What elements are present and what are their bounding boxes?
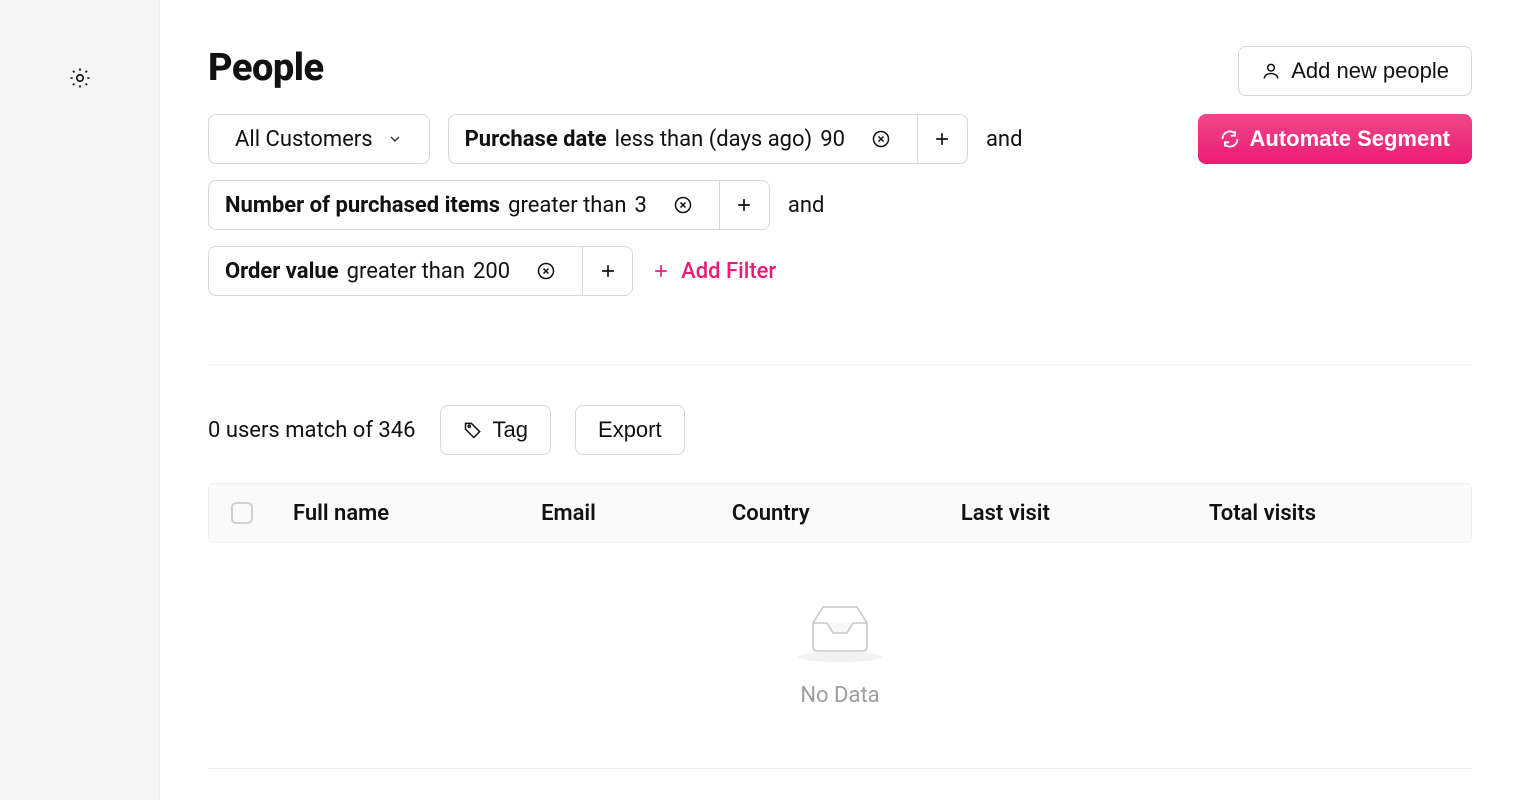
filter-value: 3 <box>635 193 647 218</box>
divider <box>208 364 1472 365</box>
column-header[interactable]: Full name <box>293 501 541 526</box>
add-people-button[interactable]: Add new people <box>1238 46 1472 96</box>
filter-operator: greater than <box>508 193 626 218</box>
plus-icon <box>734 195 754 215</box>
filter-value: 90 <box>820 127 845 152</box>
filter-value: 200 <box>473 259 510 284</box>
filters-area: All Customers Purchase date less than (d… <box>208 114 1022 296</box>
filter-field: Order value <box>225 259 339 284</box>
close-circle-icon <box>673 195 693 215</box>
add-filter-label: Add Filter <box>681 259 776 284</box>
sidebar <box>0 0 160 800</box>
filter-row: All Customers Purchase date less than (d… <box>208 114 1022 164</box>
export-button[interactable]: Export <box>575 405 685 455</box>
close-circle-icon <box>536 261 556 281</box>
conjunction-label: and <box>986 127 1023 152</box>
column-header[interactable]: Country <box>732 501 961 526</box>
match-count-text: 0 users match of 346 <box>208 418 416 443</box>
refresh-icon <box>1220 129 1240 149</box>
add-people-label: Add new people <box>1291 58 1449 84</box>
plus-icon <box>651 261 671 281</box>
divider <box>208 768 1472 769</box>
add-filter-button[interactable]: Add Filter <box>651 259 776 284</box>
conjunction-label: and <box>788 193 825 218</box>
automate-segment-button[interactable]: Automate Segment <box>1198 114 1472 164</box>
chevron-down-icon <box>387 131 403 147</box>
inbox-icon <box>795 599 885 663</box>
plus-icon <box>598 261 618 281</box>
tag-button-label: Tag <box>493 417 528 443</box>
close-circle-icon <box>871 129 891 149</box>
segment-selector[interactable]: All Customers <box>208 114 430 164</box>
segment-selector-label: All Customers <box>235 127 373 152</box>
filter-field: Purchase date <box>465 127 607 152</box>
filter-chip-body[interactable]: Order value greater than 200 <box>209 247 582 295</box>
filter-chip: Purchase date less than (days ago) 90 <box>448 114 968 164</box>
automate-segment-label: Automate Segment <box>1250 126 1450 152</box>
main-content: People All Customers Purchase date less … <box>160 0 1520 800</box>
add-condition-button[interactable] <box>917 115 967 163</box>
remove-filter-button[interactable] <box>526 261 566 281</box>
column-header[interactable]: Email <box>541 501 732 526</box>
export-button-label: Export <box>598 417 662 443</box>
select-all-checkbox[interactable] <box>231 502 253 524</box>
empty-state-label: No Data <box>800 683 879 708</box>
filter-row: Order value greater than 200 <box>208 246 1022 296</box>
header-actions: Add new people Automate Segment <box>1198 46 1472 164</box>
filter-row: Number of purchased items greater than 3… <box>208 180 1022 230</box>
filter-field: Number of purchased items <box>225 193 500 218</box>
filter-operator: less than (days ago) <box>615 127 813 152</box>
table-header: Full name Email Country Last visit Total… <box>208 483 1472 543</box>
results-toolbar: 0 users match of 346 Tag Export <box>208 405 1472 455</box>
remove-filter-button[interactable] <box>861 129 901 149</box>
add-condition-button[interactable] <box>719 181 769 229</box>
settings-button[interactable] <box>66 64 94 92</box>
filter-chip: Order value greater than 200 <box>208 246 633 296</box>
column-header[interactable]: Last visit <box>961 501 1209 526</box>
empty-state: No Data <box>208 599 1472 708</box>
tag-button[interactable]: Tag <box>440 405 551 455</box>
filter-operator: greater than <box>347 259 465 284</box>
remove-filter-button[interactable] <box>663 195 703 215</box>
gear-icon <box>68 66 92 90</box>
filter-chip: Number of purchased items greater than 3 <box>208 180 770 230</box>
tag-icon <box>463 420 483 440</box>
person-icon <box>1261 61 1281 81</box>
column-header[interactable]: Total visits <box>1209 501 1457 526</box>
page-title: People <box>208 46 1022 90</box>
add-condition-button[interactable] <box>582 247 632 295</box>
filter-chip-body[interactable]: Number of purchased items greater than 3 <box>209 181 719 229</box>
plus-icon <box>932 129 952 149</box>
filter-chip-body[interactable]: Purchase date less than (days ago) 90 <box>449 115 917 163</box>
